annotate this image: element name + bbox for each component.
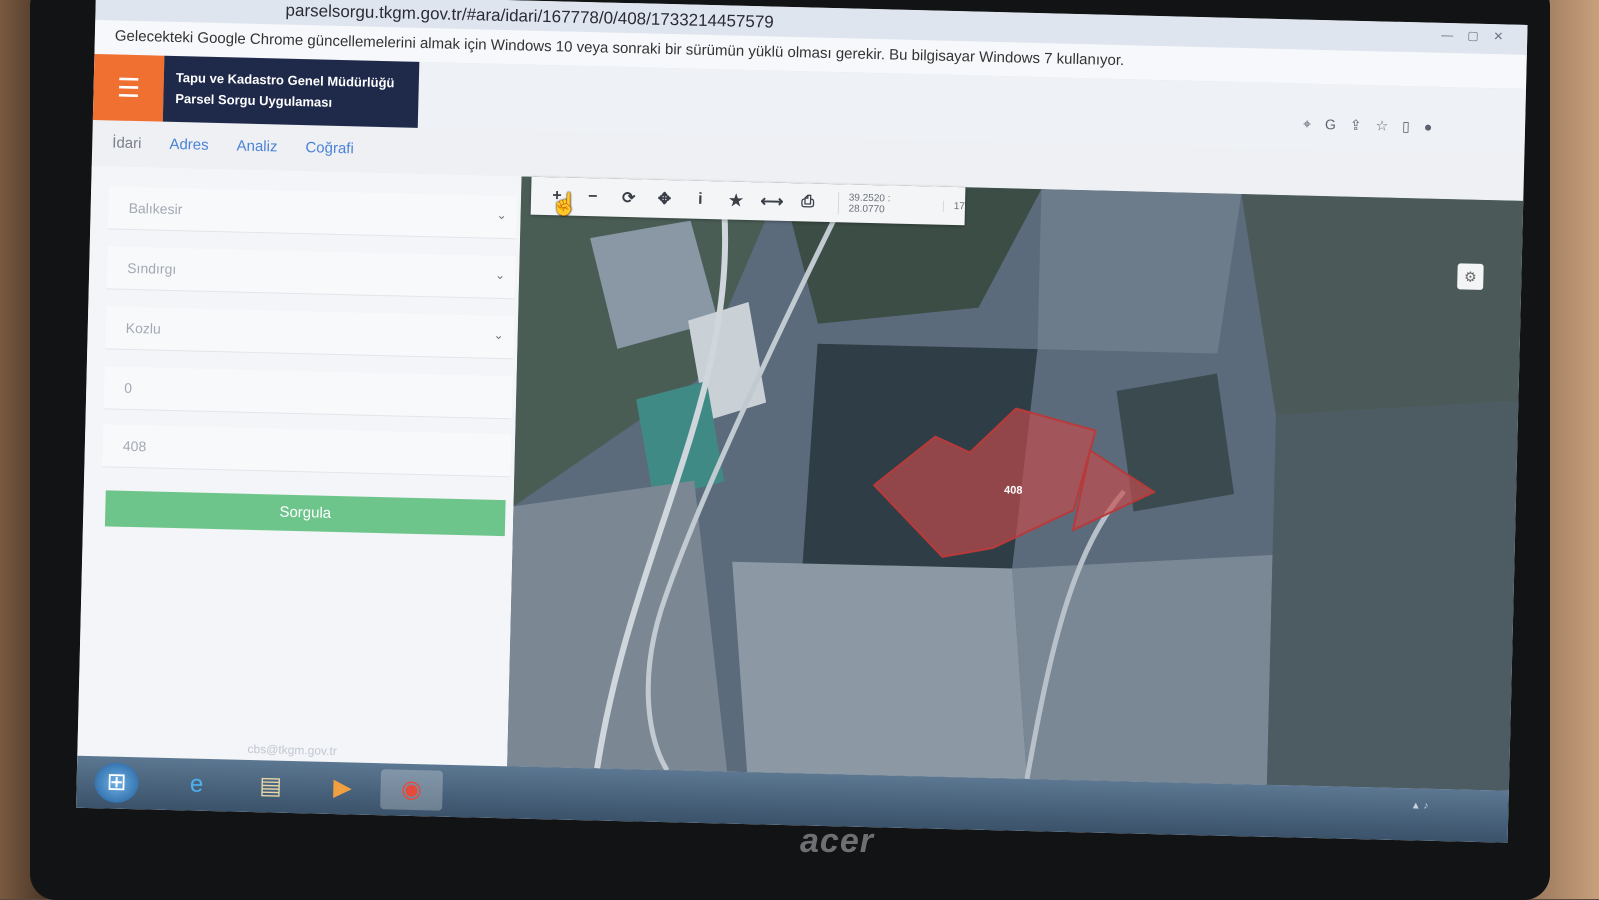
tab-analiz[interactable]: Analiz — [236, 137, 277, 155]
mahalle-value: Kozlu — [125, 319, 161, 337]
hamburger-icon[interactable]: ☰ — [92, 53, 165, 122]
volume-icon[interactable]: ♪ — [1423, 801, 1428, 812]
tab-idari[interactable]: İdari — [112, 134, 142, 152]
profile-icon[interactable]: ● — [1424, 118, 1433, 135]
il-select[interactable]: Balıkesir ⌄ — [108, 186, 518, 240]
print-icon[interactable]: ⎙ — [792, 193, 824, 212]
file-explorer-icon[interactable]: ▤ — [242, 766, 299, 807]
zoom-out-icon[interactable]: − — [577, 188, 609, 207]
satellite-map[interactable] — [507, 176, 1524, 791]
ilce-value: Sındırgı — [127, 259, 177, 278]
browser-toolbar-icons: ⌖ G ⇪ ☆ ▯ ● — [1303, 116, 1433, 136]
contact-email[interactable]: cbs@tkgm.gov.tr — [247, 742, 337, 758]
window-controls: — ▢ ✕ — [1441, 28, 1507, 44]
mahalle-select[interactable]: Kozlu ⌄ — [105, 306, 515, 360]
close-window-icon[interactable]: ✕ — [1493, 29, 1507, 43]
parcel-number-label[interactable]: 408 — [1004, 484, 1023, 496]
ilce-select[interactable]: Sındırgı ⌄ — [106, 246, 516, 300]
app-title-line2: Parsel Sorgu Uygulaması — [175, 90, 333, 110]
bookmark-star-icon[interactable]: ☆ — [1375, 117, 1388, 134]
start-orb-icon[interactable]: ⊞ — [94, 762, 140, 804]
zoom-level: 17 — [942, 200, 966, 212]
gear-icon[interactable]: ⚙ — [1457, 263, 1484, 290]
il-value: Balıkesir — [128, 199, 183, 218]
chrome-icon[interactable]: ◉ — [380, 769, 444, 811]
ada-input[interactable]: 0 — [103, 366, 513, 420]
favorite-star-icon[interactable]: ★ — [720, 190, 752, 211]
info-icon[interactable]: i — [684, 190, 716, 209]
ada-value: 0 — [124, 379, 133, 396]
location-icon[interactable]: ⌖ — [1303, 116, 1311, 133]
measure-icon[interactable]: ⟷ — [756, 191, 788, 212]
laptop-brand-logo: acer — [800, 822, 874, 860]
network-icon[interactable]: ▲ — [1411, 800, 1421, 811]
app-brand: Tapu ve Kadastro Genel Müdürlüğü Parsel … — [162, 55, 420, 128]
search-tabs: İdari Adres Analiz Coğrafi — [112, 134, 354, 157]
coordinate-readout: 39.2520 : 28.0770 — [837, 192, 940, 217]
map-imagery — [507, 176, 1524, 791]
sorgula-button[interactable]: Sorgula — [104, 490, 506, 537]
system-tray: ▲ ♪ — [1411, 800, 1429, 811]
chevron-down-icon: ⌄ — [496, 207, 507, 223]
parsel-value: 408 — [122, 437, 147, 455]
media-player-icon[interactable]: ▶ — [314, 768, 371, 809]
chevron-down-icon: ⌄ — [494, 267, 506, 283]
sidebar-icon[interactable]: ▯ — [1402, 118, 1410, 135]
tab-adres[interactable]: Adres — [169, 136, 209, 154]
refresh-icon[interactable]: ⟳ — [612, 188, 644, 209]
app-title-line1: Tapu ve Kadastro Genel Müdürlüğü — [175, 69, 395, 91]
screen: parselsorgu.tkgm.gov.tr/#ara/idari/16777… — [76, 0, 1528, 843]
share-icon[interactable]: ⇪ — [1350, 117, 1362, 134]
mouse-pointer-icon: ☝ — [550, 191, 579, 217]
query-panel: Balıkesir ⌄ Sındırgı ⌄ Kozlu ⌄ 0 408 Sor… — [77, 165, 522, 777]
internet-explorer-icon[interactable]: e — [168, 764, 225, 805]
google-icon[interactable]: G — [1325, 116, 1336, 133]
tab-cografi[interactable]: Coğrafi — [305, 139, 354, 157]
chevron-down-icon: ⌄ — [493, 327, 504, 343]
maximize-icon[interactable]: ▢ — [1467, 29, 1481, 43]
minimize-icon[interactable]: — — [1441, 28, 1455, 42]
parsel-input[interactable]: 408 — [102, 424, 512, 478]
locate-icon[interactable]: ✥ — [648, 189, 680, 210]
